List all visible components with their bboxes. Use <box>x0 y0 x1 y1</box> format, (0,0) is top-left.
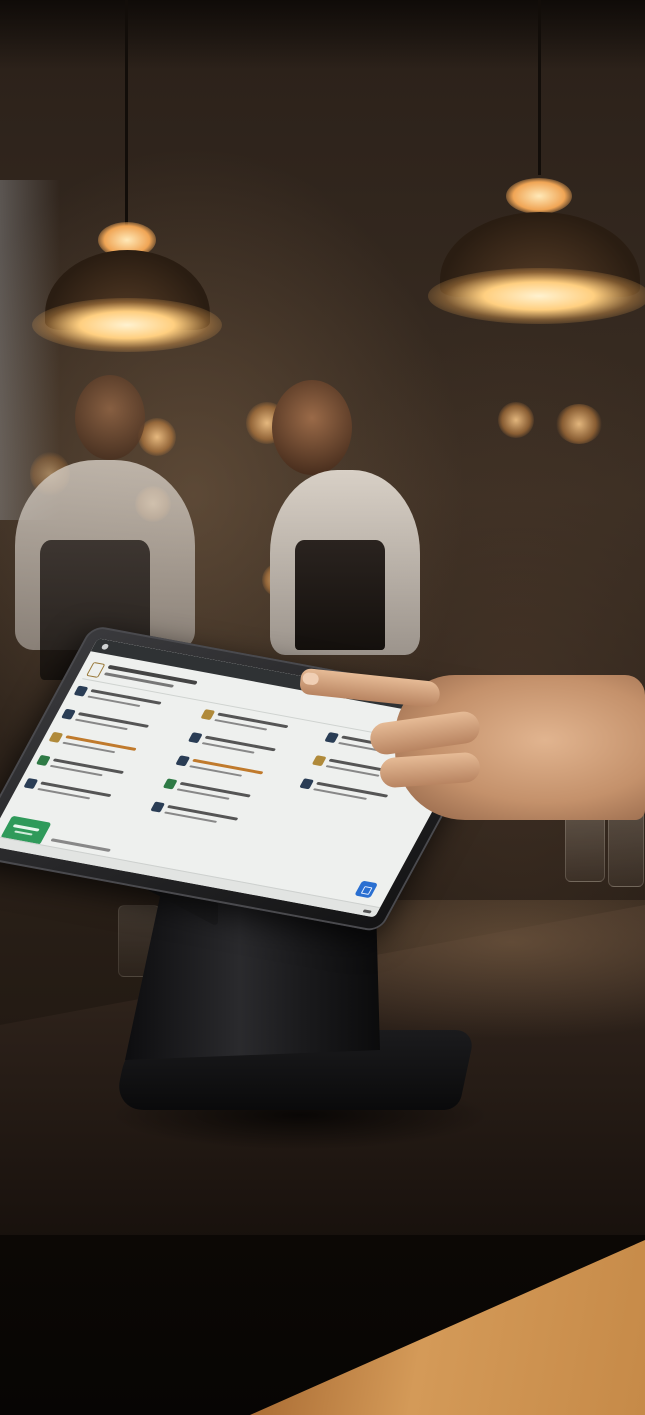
bokeh-light <box>498 402 534 438</box>
action-button[interactable] <box>354 880 379 899</box>
cafe-scene <box>0 0 645 1415</box>
customer-hand <box>299 665 645 835</box>
ceiling <box>0 0 645 70</box>
menu-icon[interactable] <box>100 643 110 651</box>
receipt-icon <box>86 661 106 678</box>
overflow-icon[interactable] <box>362 909 372 914</box>
index-finger <box>299 667 441 709</box>
bokeh-light <box>556 404 602 444</box>
